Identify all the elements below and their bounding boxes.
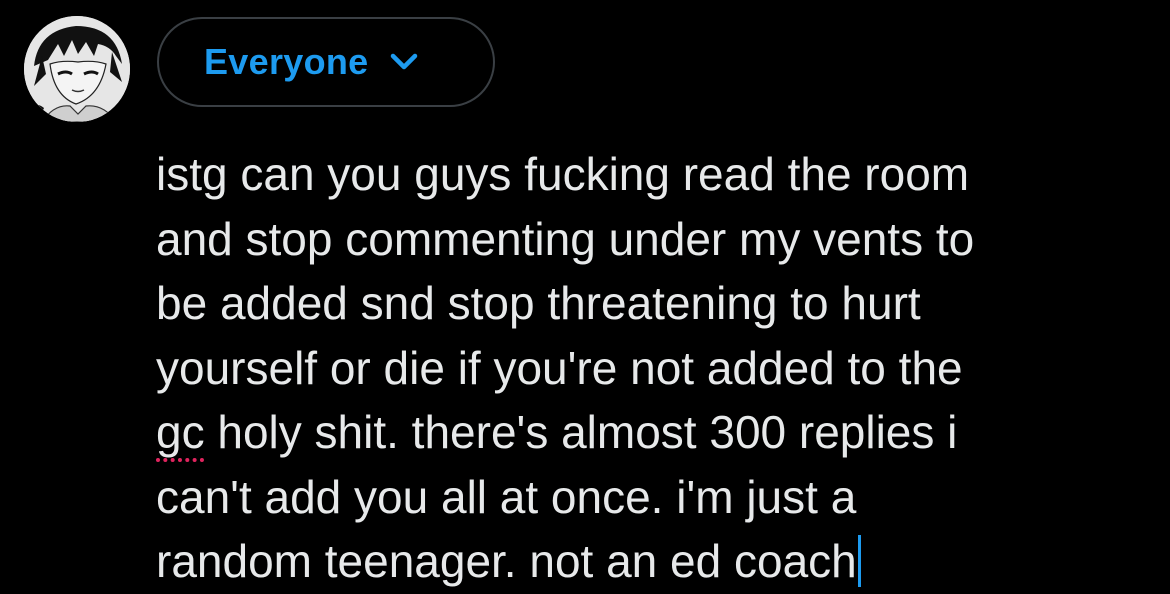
compose-line-5-text: holy shit. there's almost 300 replies i: [204, 406, 958, 458]
spellcheck-flagged-word[interactable]: gc: [156, 406, 205, 458]
compose-line-3: be added snd stop threatening to hurt: [156, 277, 921, 329]
audience-label: Everyone: [204, 41, 369, 82]
text-caret: [857, 535, 861, 587]
chevron-down-icon: [389, 51, 419, 73]
avatar[interactable]: [24, 16, 130, 122]
compose-line-6: can't add you all at once. i'm just a: [156, 470, 857, 523]
compose-line-5: gc holy shit. there's almost 300 replies…: [156, 400, 1156, 465]
compose-line-2: and stop commenting under my vents to: [156, 212, 975, 265]
compose-line-4: yourself or die if you're not added to t…: [156, 341, 963, 394]
compose-line-7-text: random teenager. not an ed coach: [156, 535, 857, 587]
compose-line-1: istg can you guys fucking read the room: [156, 148, 970, 200]
audience-selector-button[interactable]: Everyone: [157, 17, 495, 107]
compose-line-7: random teenager. not an ed coach: [156, 529, 1156, 594]
compose-textarea[interactable]: istg can you guys fucking read the room …: [156, 142, 1156, 594]
avatar-illustration: [24, 16, 130, 122]
